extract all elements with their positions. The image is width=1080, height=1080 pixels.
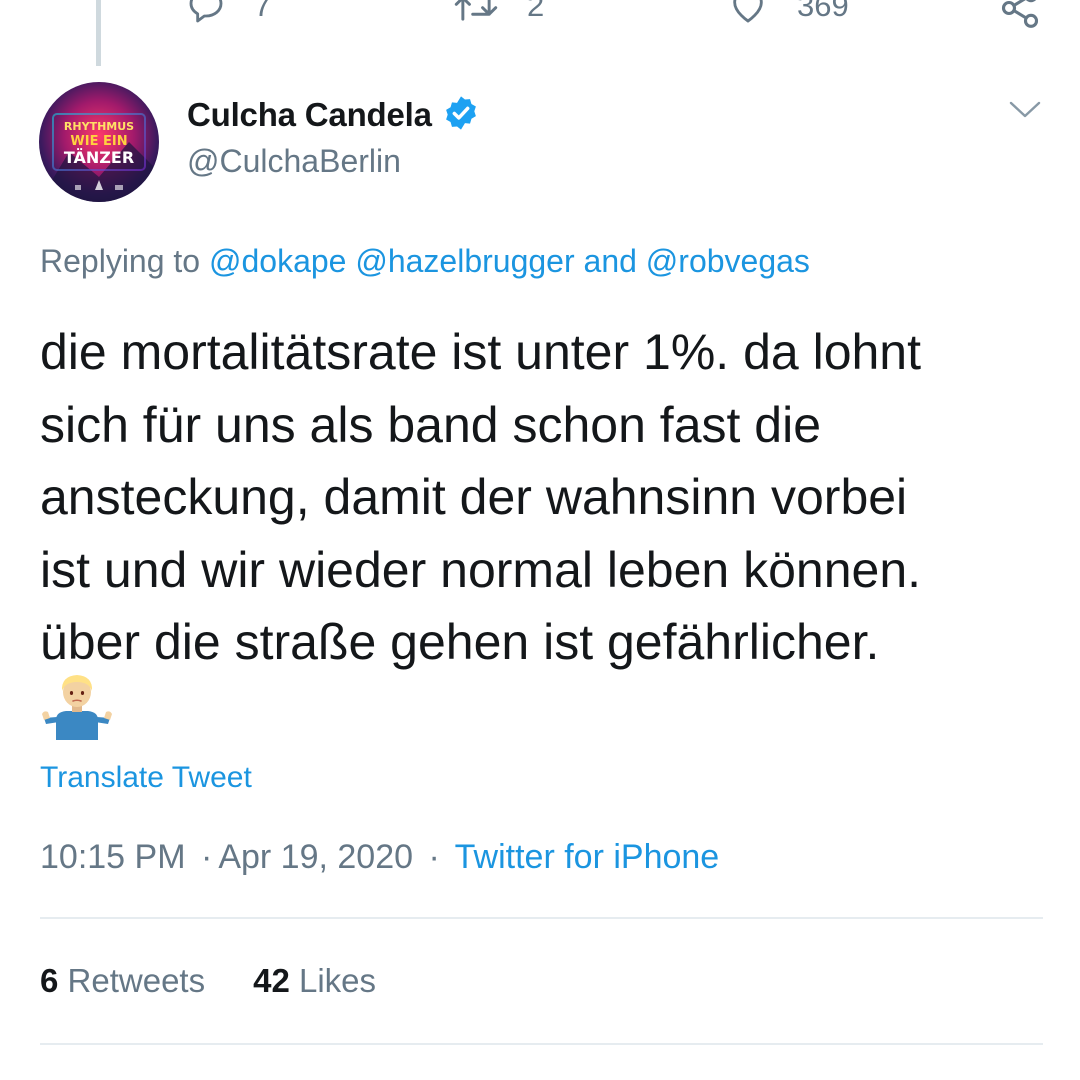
verified-badge-icon	[442, 94, 480, 137]
replying-prefix: Replying to	[40, 243, 201, 279]
mention-link-dokape[interactable]: @dokape	[209, 243, 346, 279]
tweet-text: die mortalitätsrate ist unter 1%. da loh…	[40, 316, 1050, 679]
replying-conjunction: and	[583, 243, 637, 279]
reply-count: 7	[254, 0, 272, 23]
person-shrugging-emoji-icon	[42, 670, 112, 740]
meta-separator: ·	[428, 838, 440, 876]
previous-tweet-action-bar: 7 2 369	[0, 0, 1080, 36]
tweet-text-line: die mortalitätsrate ist unter 1%. da loh…	[40, 324, 922, 380]
likes-label: Likes	[298, 962, 377, 999]
avatar[interactable]: RHYTHMUS WIE EIN TÄNZER	[39, 82, 159, 202]
author-name-row[interactable]: Culcha Candela	[187, 94, 480, 136]
divider	[40, 917, 1043, 919]
like-button[interactable]: 369	[727, 0, 849, 26]
retweet-count: 2	[527, 0, 545, 23]
avatar-text-line-3: TÄNZER	[64, 148, 134, 167]
divider	[40, 1043, 1043, 1045]
chevron-down-icon	[1007, 101, 1043, 126]
replying-to-line: Replying to @dokape @hazelbrugger and @r…	[40, 243, 810, 280]
share-button[interactable]	[998, 0, 1042, 30]
retweets-label: Retweets	[67, 962, 206, 999]
mention-link-hazelbrugger[interactable]: @hazelbrugger	[355, 243, 574, 279]
tweet-stats: 6 Retweets 42 Likes	[40, 962, 376, 1000]
tweet-meta: 10:15 PM · Apr 19, 2020 · Twitter for iPh…	[40, 838, 719, 877]
avatar-text-line-1: RHYTHMUS	[64, 120, 134, 133]
reply-button[interactable]: 7	[186, 0, 271, 26]
tweet-text-line: über die straße gehen ist gefährlicher.	[40, 614, 880, 670]
translate-tweet-link[interactable]: Translate Tweet	[40, 761, 252, 795]
meta-separator: ·	[200, 838, 213, 876]
heart-icon	[727, 0, 769, 26]
avatar-text-line-2: WIE EIN	[70, 134, 127, 149]
tweet-time[interactable]: 10:15 PM	[40, 838, 186, 876]
author-handle[interactable]: @CulchaBerlin	[187, 143, 401, 180]
likes-count: 42	[253, 962, 290, 999]
like-count: 369	[797, 0, 849, 23]
retweet-icon	[453, 0, 499, 26]
retweets-count: 6	[40, 962, 59, 999]
retweets-stat[interactable]: 6 Retweets	[40, 962, 205, 1000]
share-icon	[998, 0, 1042, 30]
display-name[interactable]: Culcha Candela	[187, 96, 432, 134]
more-options-button[interactable]	[1007, 98, 1043, 127]
tweet-text-line: ist und wir wieder normal leben können.	[40, 541, 922, 598]
tweet-text-line: sich für uns als band schon fast die	[40, 396, 822, 453]
tweet-source-link[interactable]: Twitter for iPhone	[455, 838, 720, 876]
tweet-detail-page: 7 2 369 RHYTHMUS WIE EIN TÄNZER Culcha C…	[0, 0, 1080, 1080]
mention-link-robvegas[interactable]: @robvegas	[646, 243, 810, 279]
tweet-text-line: ansteckung, damit der wahnsinn vorbei	[40, 469, 908, 525]
tweet-date[interactable]: Apr 19, 2020	[218, 838, 413, 876]
reply-icon	[186, 0, 226, 26]
likes-stat[interactable]: 42 Likes	[253, 962, 376, 1000]
retweet-button[interactable]: 2	[453, 0, 544, 26]
